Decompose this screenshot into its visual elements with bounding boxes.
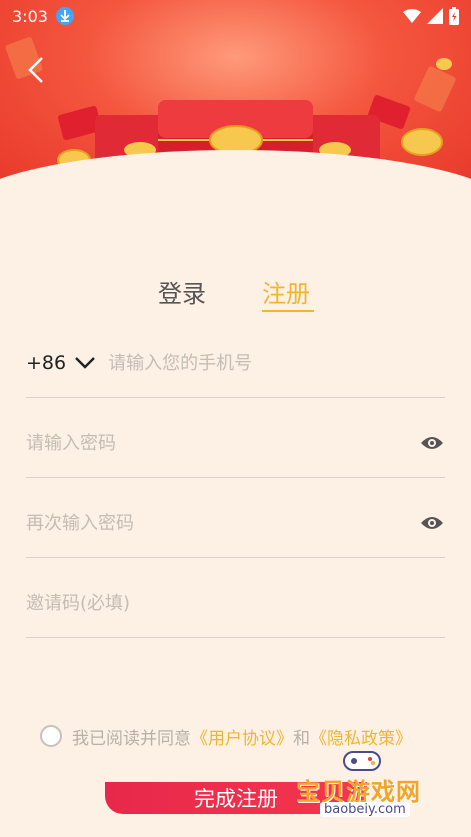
status-bar: 3:03	[0, 0, 471, 32]
signal-icon	[427, 8, 443, 24]
phone-field-row: +86	[26, 318, 445, 398]
eye-icon[interactable]	[419, 434, 445, 452]
user-agreement-link[interactable]: 《用户协议》	[191, 724, 293, 749]
status-time: 3:03	[12, 6, 48, 26]
complete-register-button[interactable]: 完成注册	[105, 782, 367, 814]
password-input[interactable]	[26, 432, 419, 454]
tab-login[interactable]: 登录	[158, 274, 206, 309]
country-code[interactable]: +86	[26, 352, 66, 374]
privacy-policy-link[interactable]: 《隐私政策》	[310, 724, 412, 749]
download-icon	[55, 7, 74, 25]
tab-active-indicator	[262, 310, 314, 312]
tab-register[interactable]: 注册	[262, 274, 310, 309]
agreement-checkbox[interactable]	[40, 725, 62, 747]
agreement-and: 和	[293, 728, 310, 749]
back-button[interactable]	[18, 52, 54, 88]
password-field-row	[26, 398, 445, 478]
wifi-icon	[403, 9, 421, 23]
agreement-text: 我已阅读并同意	[72, 728, 191, 749]
confirm-password-field-row	[26, 478, 445, 558]
chevron-down-icon[interactable]	[74, 356, 96, 370]
auth-tabs: 登录 注册	[0, 270, 471, 314]
agreement-row: 我已阅读并同意 《用户协议》 和 《隐私政策》	[40, 722, 412, 750]
confirm-password-input[interactable]	[26, 512, 419, 534]
battery-icon	[449, 7, 459, 25]
gamepad-icon	[343, 751, 381, 771]
invite-code-field-row	[26, 558, 445, 638]
phone-input[interactable]	[108, 352, 445, 374]
eye-icon[interactable]	[419, 514, 445, 532]
invite-code-input[interactable]	[26, 592, 445, 614]
chevron-left-icon	[28, 57, 43, 83]
